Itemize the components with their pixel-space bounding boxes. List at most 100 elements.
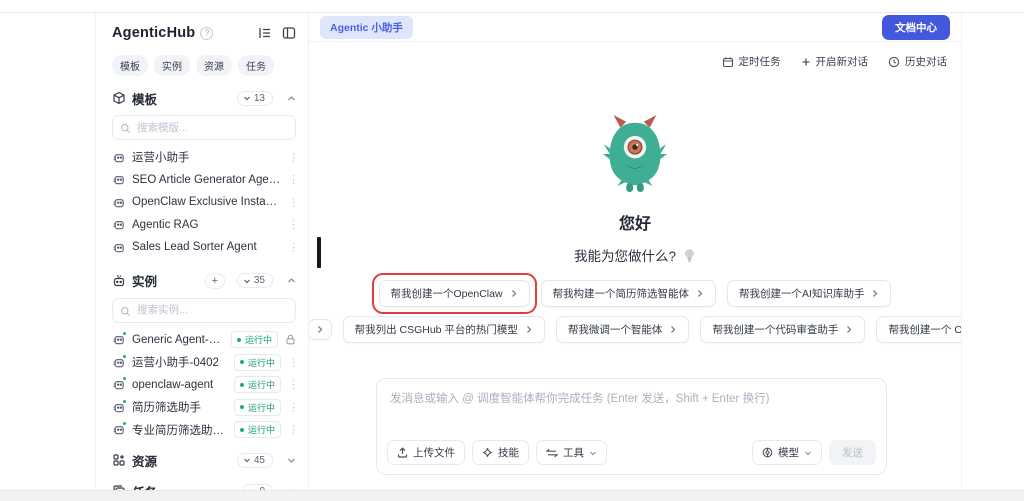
instance-item[interactable]: 简历筛选助手运行中 ⋮: [112, 396, 296, 419]
message-input[interactable]: [377, 379, 886, 431]
instance-search-input[interactable]: [112, 298, 296, 323]
instance-item-label: 专业简历筛选助手_V2: [132, 422, 227, 438]
section-templates-header[interactable]: 模板 13: [112, 88, 296, 108]
chip-label: 帮我创建一个OpenClaw: [391, 286, 503, 301]
panel-toggle-icon[interactable]: [282, 26, 296, 40]
agent-icon: [112, 151, 125, 164]
mascot-monster: [596, 111, 674, 193]
template-item[interactable]: Sales Lead Sorter Agent⋮: [112, 236, 296, 259]
model-button[interactable]: 模型: [752, 440, 822, 465]
more-menu-icon[interactable]: ⋮: [288, 151, 296, 164]
template-item-label: SEO Article Generator Agent V2.0: [132, 174, 281, 186]
more-menu-icon[interactable]: ⋮: [288, 218, 296, 231]
chevron-up-icon[interactable]: [287, 276, 296, 285]
chevron-right-icon: [525, 325, 533, 334]
greeting-text: 您好: [309, 210, 961, 234]
more-menu-icon[interactable]: ⋮: [288, 241, 296, 254]
online-dot: [122, 354, 127, 359]
instance-item[interactable]: 专业简历筛选助手_V2运行中⋮: [112, 419, 296, 442]
doc-center-button[interactable]: 文档中心: [882, 15, 950, 40]
suggestion-chip[interactable]: 帮我构建一个简历筛选智能体: [541, 280, 717, 307]
plus-icon: [801, 57, 811, 67]
instance-item[interactable]: Generic Agent-0409运行中: [112, 329, 296, 352]
instance-item-label: Generic Agent-0409: [132, 334, 224, 346]
more-menu-icon[interactable]: ⋮: [288, 173, 296, 186]
section-tasks-header[interactable]: 任务 0: [112, 481, 296, 490]
sidebar-tab-3[interactable]: 任务: [238, 55, 274, 76]
search-icon: [120, 304, 131, 322]
package-icon: [112, 91, 126, 105]
more-menu-icon[interactable]: ⋮: [288, 196, 296, 209]
outline-icon[interactable]: [258, 26, 272, 40]
add-instance-button[interactable]: +: [205, 273, 225, 289]
suggestion-chips: 帮我创建一个OpenClaw 帮我构建一个简历筛选智能体 帮我创建一个AI知识库助手…: [309, 280, 961, 343]
action-plus[interactable]: 开启新对话: [801, 54, 869, 69]
lock-icon: [285, 334, 296, 345]
instance-item-label: 简历筛选助手: [132, 399, 227, 415]
action-history[interactable]: 历史对话: [888, 54, 947, 69]
template-item[interactable]: SEO Article Generator Agent V2.0 ⋮: [112, 169, 296, 192]
page: AgenticHub ? 模板实例资源任务 模板 13 运营小助手⋮SEO Ar…: [0, 0, 1024, 501]
template-item[interactable]: OpenClaw Exclusive Instance⋮: [112, 191, 296, 214]
tools-button[interactable]: 工具: [536, 440, 607, 465]
online-dot: [122, 331, 127, 336]
model-icon: [762, 447, 773, 458]
template-item[interactable]: 运营小助手 ⋮: [112, 146, 296, 169]
instance-item[interactable]: 运营小助手-0402运行中⋮: [112, 351, 296, 374]
annotation-highlight: 帮我创建一个OpenClaw: [379, 280, 530, 307]
subtitle-text: 我能为您做什么?: [574, 245, 676, 265]
chevron-right-icon: [696, 289, 704, 298]
suggestion-chip[interactable]: 帮我创建一个OpenClaw: [379, 280, 530, 307]
chip-label: 帮我构建一个简历筛选智能体: [553, 286, 690, 301]
skills-button[interactable]: 技能: [472, 440, 529, 465]
section-instances-header[interactable]: 实例 + 35: [112, 271, 296, 291]
suggestion-chip[interactable]: 帮我列出 CSGHub 平台的热门模型: [343, 316, 545, 343]
sidebar-tab-2[interactable]: 资源: [196, 55, 232, 76]
status-badge: 运行中: [234, 399, 281, 416]
more-menu-icon[interactable]: ⋮: [288, 401, 296, 414]
sparkle-icon: [482, 447, 493, 458]
tab-agentic-assistant[interactable]: Agentic 小助手: [320, 16, 413, 39]
more-menu-icon[interactable]: ⋮: [288, 356, 296, 369]
robot-icon: [112, 274, 126, 288]
resources-grid-icon: [112, 453, 126, 467]
suggestion-chip[interactable]: 帮我创建一个AI知识库助手: [727, 280, 891, 307]
agent-icon: [112, 356, 125, 369]
sidebar-tab-1[interactable]: 实例: [154, 55, 190, 76]
instance-item[interactable]: openclaw-agent运行中⋮: [112, 374, 296, 397]
sidebar: AgenticHub ? 模板实例资源任务 模板 13 运营小助手⋮SEO Ar…: [96, 13, 309, 490]
online-dot: [122, 376, 127, 381]
instance-item-label: openclaw-agent: [132, 379, 227, 391]
template-search: [112, 115, 296, 140]
help-icon[interactable]: ?: [200, 27, 213, 40]
chip-row-1: 帮我创建一个OpenClaw 帮我构建一个简历筛选智能体 帮我创建一个AI知识库助手: [379, 280, 892, 307]
chevron-down-icon[interactable]: [287, 456, 296, 465]
agent-icon: [112, 378, 125, 391]
more-menu-icon[interactable]: ⋮: [288, 378, 296, 391]
template-item[interactable]: Agentic RAG ⋮: [112, 214, 296, 237]
chip-row-2: 帮我列出 CSGHub 平台的热门模型帮我微调一个智能体帮我创建一个代码审查助手…: [309, 316, 961, 343]
agent-icon: [112, 196, 125, 209]
template-item-label: 运营小助手: [132, 149, 281, 165]
bottom-strip: [0, 490, 1024, 501]
suggestion-chip[interactable]: 帮我创建一个代码审查助手: [700, 316, 865, 343]
send-button[interactable]: 发送: [829, 440, 876, 465]
suggestion-chip[interactable]: 帮我微调一个智能体: [556, 316, 690, 343]
chevron-up-icon[interactable]: [287, 94, 296, 103]
lightbulb-icon: [683, 248, 696, 263]
suggestion-chip[interactable]: 帮我创建一个 OpenC: [876, 316, 961, 343]
more-menu-icon[interactable]: ⋮: [288, 423, 296, 436]
template-search-input[interactable]: [112, 115, 296, 140]
action-calendar[interactable]: 定时任务: [722, 54, 781, 69]
sidebar-tab-0[interactable]: 模板: [112, 55, 148, 76]
template-item-label: Agentic RAG: [132, 219, 281, 231]
section-resources-header[interactable]: 资源 45: [112, 450, 296, 470]
text-cursor-artifact: [317, 237, 321, 268]
app-title: AgenticHub: [112, 25, 195, 41]
suggestion-chip-partial[interactable]: [309, 319, 332, 340]
upload-file-button[interactable]: 上传文件: [387, 440, 465, 465]
instance-search: [112, 298, 296, 323]
section-instances-label: 实例: [132, 271, 157, 290]
section-tasks-label: 任务: [132, 482, 157, 491]
calendar-icon: [722, 56, 734, 68]
